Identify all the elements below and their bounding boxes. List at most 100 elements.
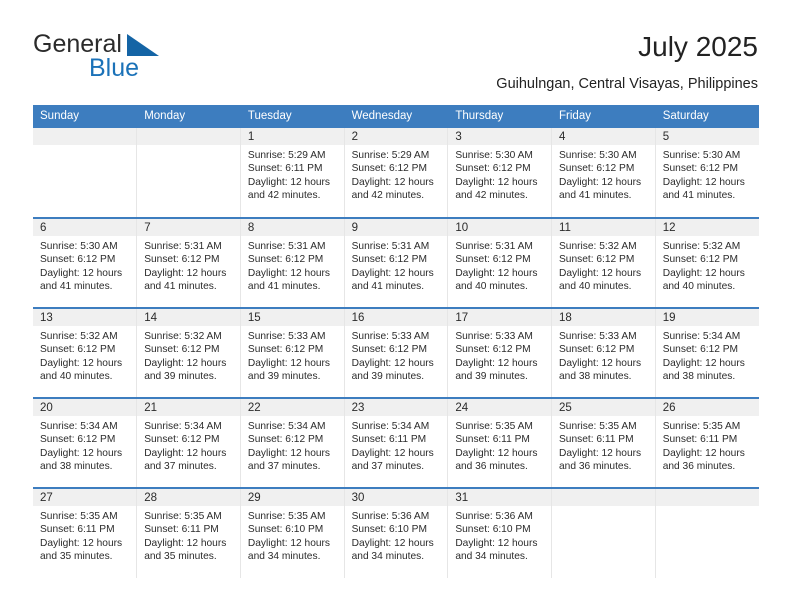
- day-number: 5: [655, 128, 759, 145]
- day-cell[interactable]: 13 Sunrise: 5:32 AM Sunset: 6:12 PM Dayl…: [33, 307, 138, 398]
- day-details: Sunrise: 5:30 AM Sunset: 6:12 PM Dayligh…: [448, 145, 551, 203]
- day-cell[interactable]: 20 Sunrise: 5:34 AM Sunset: 6:12 PM Dayl…: [33, 397, 138, 488]
- sunset-text: Sunset: 6:11 PM: [144, 524, 219, 536]
- day-details: Sunrise: 5:32 AM Sunset: 6:12 PM Dayligh…: [137, 326, 240, 384]
- sunrise-text: Sunrise: 5:31 AM: [247, 241, 326, 252]
- daylight-text-line1: Daylight: 12 hours: [40, 447, 123, 459]
- week-row: 1 Sunrise: 5:29 AM Sunset: 6:11 PM Dayli…: [33, 128, 759, 218]
- day-details: Sunrise: 5:31 AM Sunset: 6:12 PM Dayligh…: [448, 236, 551, 294]
- sunset-text: Sunset: 6:12 PM: [144, 254, 220, 266]
- week-row: 6 Sunrise: 5:30 AM Sunset: 6:12 PM Dayli…: [33, 217, 759, 308]
- sunrise-text: Sunrise: 5:30 AM: [455, 150, 533, 161]
- day-cell[interactable]: 2 Sunrise: 5:29 AM Sunset: 6:12 PM Dayli…: [344, 128, 449, 218]
- sunset-text: Sunset: 6:12 PM: [247, 254, 324, 266]
- day-cell[interactable]: 17 Sunrise: 5:33 AM Sunset: 6:12 PM Dayl…: [447, 307, 553, 398]
- weekday-header-thursday: Thursday: [447, 105, 553, 128]
- day-cell[interactable]: 11 Sunrise: 5:32 AM Sunset: 6:12 PM Dayl…: [551, 217, 656, 308]
- sunset-text: Sunset: 6:10 PM: [455, 524, 531, 536]
- day-details: Sunrise: 5:30 AM Sunset: 6:12 PM Dayligh…: [552, 145, 655, 203]
- day-cell[interactable]: 9 Sunrise: 5:31 AM Sunset: 6:12 PM Dayli…: [344, 217, 449, 308]
- sunrise-text: Sunrise: 5:35 AM: [559, 421, 637, 432]
- day-details: Sunrise: 5:29 AM Sunset: 6:12 PM Dayligh…: [345, 145, 448, 203]
- day-details: Sunrise: 5:35 AM Sunset: 6:11 PM Dayligh…: [33, 506, 136, 564]
- day-cell[interactable]: 5 Sunrise: 5:30 AM Sunset: 6:12 PM Dayli…: [655, 128, 759, 218]
- day-cell[interactable]: 23 Sunrise: 5:34 AM Sunset: 6:11 PM Dayl…: [344, 397, 449, 488]
- daylight-text-line2: and 42 minutes.: [247, 190, 321, 202]
- weekday-header-wednesday: Wednesday: [344, 105, 449, 128]
- day-cell[interactable]: 3 Sunrise: 5:30 AM Sunset: 6:12 PM Dayli…: [447, 128, 553, 218]
- day-cell: [551, 487, 656, 578]
- daylight-text-line1: Daylight: 12 hours: [247, 176, 331, 188]
- day-cell[interactable]: 18 Sunrise: 5:33 AM Sunset: 6:12 PM Dayl…: [551, 307, 656, 398]
- weekday-header-saturday: Saturday: [655, 105, 759, 128]
- day-number: 15: [240, 309, 344, 326]
- daylight-text-line1: Daylight: 12 hours: [455, 357, 538, 369]
- day-cell[interactable]: 6 Sunrise: 5:30 AM Sunset: 6:12 PM Dayli…: [33, 217, 138, 308]
- day-number: 29: [240, 489, 344, 506]
- day-number: [655, 489, 759, 506]
- day-cell[interactable]: 8 Sunrise: 5:31 AM Sunset: 6:12 PM Dayli…: [240, 217, 345, 308]
- day-cell[interactable]: 21 Sunrise: 5:34 AM Sunset: 6:12 PM Dayl…: [136, 397, 241, 488]
- sunset-text: Sunset: 6:12 PM: [662, 254, 739, 266]
- sunrise-text: Sunrise: 5:36 AM: [455, 511, 533, 522]
- day-cell[interactable]: 31 Sunrise: 5:36 AM Sunset: 6:10 PM Dayl…: [447, 487, 553, 578]
- day-details: [552, 506, 655, 510]
- daylight-text-line1: Daylight: 12 hours: [455, 537, 538, 549]
- daylight-text-line1: Daylight: 12 hours: [559, 267, 642, 279]
- day-number: 27: [33, 489, 137, 506]
- sunrise-text: Sunrise: 5:30 AM: [40, 241, 118, 252]
- day-cell[interactable]: 30 Sunrise: 5:36 AM Sunset: 6:10 PM Dayl…: [344, 487, 449, 578]
- day-cell[interactable]: 10 Sunrise: 5:31 AM Sunset: 6:12 PM Dayl…: [447, 217, 553, 308]
- day-cell[interactable]: 16 Sunrise: 5:33 AM Sunset: 6:12 PM Dayl…: [344, 307, 449, 398]
- day-cell[interactable]: 4 Sunrise: 5:30 AM Sunset: 6:12 PM Dayli…: [551, 128, 656, 218]
- daylight-text-line1: Daylight: 12 hours: [40, 537, 123, 549]
- sunrise-text: Sunrise: 5:33 AM: [559, 331, 637, 342]
- day-cell[interactable]: 28 Sunrise: 5:35 AM Sunset: 6:11 PM Dayl…: [136, 487, 241, 578]
- day-details: Sunrise: 5:34 AM Sunset: 6:12 PM Dayligh…: [137, 416, 240, 474]
- day-cell[interactable]: 14 Sunrise: 5:32 AM Sunset: 6:12 PM Dayl…: [136, 307, 241, 398]
- calendar-body: 1 Sunrise: 5:29 AM Sunset: 6:11 PM Dayli…: [33, 128, 759, 578]
- day-cell[interactable]: 15 Sunrise: 5:33 AM Sunset: 6:12 PM Dayl…: [240, 307, 345, 398]
- sunrise-text: Sunrise: 5:29 AM: [351, 150, 430, 161]
- day-cell[interactable]: 27 Sunrise: 5:35 AM Sunset: 6:11 PM Dayl…: [33, 487, 138, 578]
- daylight-text-line1: Daylight: 12 hours: [662, 447, 745, 459]
- daylight-text-line2: and 42 minutes.: [455, 190, 528, 202]
- day-details: Sunrise: 5:34 AM Sunset: 6:11 PM Dayligh…: [345, 416, 448, 474]
- sunset-text: Sunset: 6:11 PM: [455, 434, 530, 446]
- day-cell[interactable]: 19 Sunrise: 5:34 AM Sunset: 6:12 PM Dayl…: [655, 307, 759, 398]
- day-cell[interactable]: 12 Sunrise: 5:32 AM Sunset: 6:12 PM Dayl…: [655, 217, 759, 308]
- daylight-text-line1: Daylight: 12 hours: [247, 267, 331, 279]
- sunrise-text: Sunrise: 5:33 AM: [247, 331, 326, 342]
- day-number: 17: [448, 309, 552, 326]
- day-cell[interactable]: 26 Sunrise: 5:35 AM Sunset: 6:11 PM Dayl…: [655, 397, 759, 488]
- day-cell[interactable]: 29 Sunrise: 5:35 AM Sunset: 6:10 PM Dayl…: [240, 487, 345, 578]
- daylight-text-line1: Daylight: 12 hours: [144, 357, 227, 369]
- sunset-text: Sunset: 6:12 PM: [455, 344, 531, 356]
- day-cell[interactable]: 22 Sunrise: 5:34 AM Sunset: 6:12 PM Dayl…: [240, 397, 345, 488]
- day-cell[interactable]: 25 Sunrise: 5:35 AM Sunset: 6:11 PM Dayl…: [551, 397, 656, 488]
- daylight-text-line1: Daylight: 12 hours: [247, 537, 331, 549]
- daylight-text-line2: and 41 minutes.: [247, 281, 321, 293]
- day-details: Sunrise: 5:35 AM Sunset: 6:11 PM Dayligh…: [137, 506, 240, 564]
- day-cell[interactable]: 24 Sunrise: 5:35 AM Sunset: 6:11 PM Dayl…: [447, 397, 553, 488]
- day-details: Sunrise: 5:35 AM Sunset: 6:11 PM Dayligh…: [448, 416, 551, 474]
- daylight-text-line2: and 41 minutes.: [559, 190, 632, 202]
- sunrise-text: Sunrise: 5:35 AM: [144, 511, 222, 522]
- daylight-text-line2: and 35 minutes.: [40, 551, 113, 563]
- day-cell[interactable]: 1 Sunrise: 5:29 AM Sunset: 6:11 PM Dayli…: [240, 128, 345, 218]
- daylight-text-line1: Daylight: 12 hours: [351, 447, 434, 459]
- day-details: Sunrise: 5:35 AM Sunset: 6:11 PM Dayligh…: [656, 416, 759, 474]
- daylight-text-line2: and 40 minutes.: [40, 371, 113, 383]
- daylight-text-line2: and 39 minutes.: [351, 371, 425, 383]
- day-number: 9: [344, 219, 448, 236]
- daylight-text-line2: and 37 minutes.: [351, 461, 425, 473]
- sunset-text: Sunset: 6:12 PM: [662, 163, 739, 175]
- sunrise-sunset-calendar: Sunday Monday Tuesday Wednesday Thursday…: [33, 105, 759, 578]
- daylight-text-line2: and 41 minutes.: [662, 190, 736, 202]
- daylight-text-line2: and 39 minutes.: [455, 371, 528, 383]
- general-blue-logo[interactable]: General Blue: [33, 30, 283, 86]
- day-number: 26: [655, 399, 759, 416]
- sunrise-text: Sunrise: 5:34 AM: [662, 331, 741, 342]
- day-cell[interactable]: 7 Sunrise: 5:31 AM Sunset: 6:12 PM Dayli…: [136, 217, 241, 308]
- daylight-text-line1: Daylight: 12 hours: [662, 267, 745, 279]
